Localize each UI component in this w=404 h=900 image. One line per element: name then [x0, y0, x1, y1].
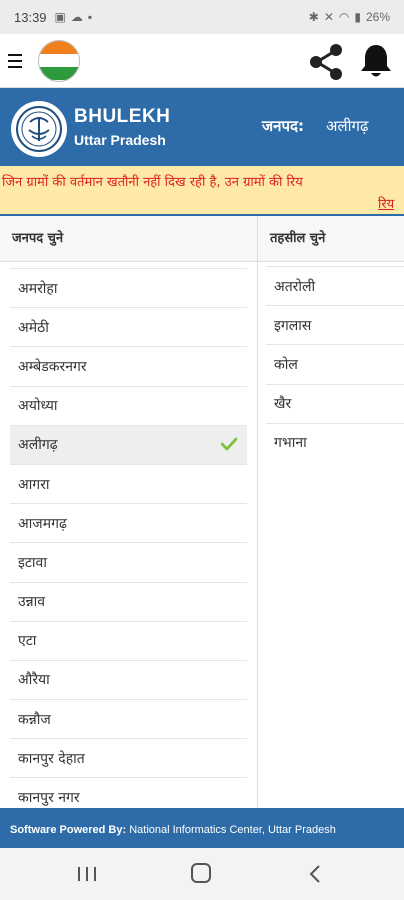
share-icon[interactable]	[306, 42, 346, 82]
brand-subtitle: Uttar Pradesh	[74, 132, 166, 148]
janpad-item[interactable]: अमेठी	[10, 307, 247, 346]
janpad-item[interactable]: कानपुर देहात	[10, 738, 247, 777]
footer-credits: Software Powered By: National Informatic…	[0, 808, 404, 848]
tehsil-column-header: तहसील चुने	[258, 216, 404, 262]
tehsil-item[interactable]: गभाना	[266, 422, 404, 462]
up-emblem-icon	[11, 101, 67, 157]
recent-apps-icon[interactable]	[76, 865, 98, 883]
home-icon[interactable]	[191, 863, 211, 883]
janpad-column: जनपद चुने अमरोहा अमेठी अम्बेडकरनगर अयोध्…	[0, 216, 258, 808]
janpad-value: अलीगढ़	[326, 117, 369, 135]
app-logo	[38, 39, 80, 82]
app-notification-icon: ▪	[87, 10, 93, 24]
janpad-column-header: जनपद चुने	[0, 216, 257, 262]
janpad-item[interactable]: अम्बेडकरनगर	[10, 346, 247, 385]
brand-title: BHULEKH	[74, 106, 171, 127]
hamburger-menu-icon[interactable]	[8, 51, 28, 71]
bell-icon[interactable]	[358, 42, 394, 80]
janpad-item[interactable]: औरैया	[10, 659, 247, 699]
footer-text: National Informatics Center, Uttar Prade…	[126, 824, 336, 836]
notification-icons: ▣ ☁ ▪	[55, 10, 93, 24]
wifi-icon: ◠	[338, 10, 350, 24]
status-bar: 13:39 ▣ ☁ ▪ ✱ ✕ ◠ ▮ 26%	[0, 0, 404, 34]
bhulekh-header: BHULEKH Uttar Pradesh जनपद: अलीगढ़ जिन ग…	[0, 88, 404, 216]
notice-link[interactable]: रिय	[378, 194, 394, 212]
footer-prefix: Software Powered By:	[10, 824, 127, 836]
tehsil-item[interactable]: कोल	[266, 344, 404, 383]
tehsil-item[interactable]: अतरोली	[266, 266, 404, 305]
status-time: 13:39	[14, 9, 47, 25]
janpad-item[interactable]: आगरा	[10, 463, 247, 503]
image-notification-icon: ▣	[54, 10, 66, 24]
janpad-item[interactable]: एटा	[10, 620, 247, 660]
notice-line: जिन ग्रामों की वर्तमान खतौनी नहीं दिख रह…	[2, 175, 303, 190]
system-nav-bar	[0, 848, 404, 900]
janpad-item[interactable]: कन्नौज	[10, 699, 247, 738]
janpad-list: अमरोहा अमेठी अम्बेडकरनगर अयोध्या अलीगढ़ …	[0, 262, 257, 808]
janpad-item[interactable]: अमरोहा	[10, 268, 247, 307]
tehsil-column: तहसील चुने अतरोली इगलास कोल खैर गभाना	[258, 216, 404, 808]
janpad-item[interactable]: इटावा	[10, 542, 247, 581]
cloud-notification-icon: ☁	[70, 10, 83, 24]
bluetooth-icon: ✱	[308, 10, 319, 24]
janpad-item[interactable]: अयोध्या	[10, 385, 247, 425]
signal-icon: ▮	[354, 10, 361, 24]
app-bar	[0, 34, 404, 88]
checkmark-icon	[221, 437, 237, 451]
janpad-item-selected[interactable]: अलीगढ़	[10, 424, 247, 464]
janpad-label: जनपद:	[262, 117, 304, 135]
janpad-item[interactable]: उन्नाव	[10, 581, 247, 621]
tehsil-item[interactable]: इगलास	[266, 305, 404, 344]
janpad-item[interactable]: आजमगढ़	[10, 503, 247, 542]
tehsil-item[interactable]: खैर	[266, 383, 404, 423]
battery-percent: 26%	[365, 10, 390, 24]
notice-marquee: जिन ग्रामों की वर्तमान खतौनी नहीं दिख रह…	[0, 166, 404, 214]
tehsil-list: अतरोली इगलास कोल खैर गभाना	[258, 262, 404, 462]
mute-icon: ✕	[323, 10, 334, 24]
back-icon[interactable]	[308, 864, 322, 884]
janpad-item[interactable]: कानपुर नगर	[10, 777, 247, 808]
system-icons: ✱ ✕ ◠ ▮ 26%	[309, 10, 390, 24]
